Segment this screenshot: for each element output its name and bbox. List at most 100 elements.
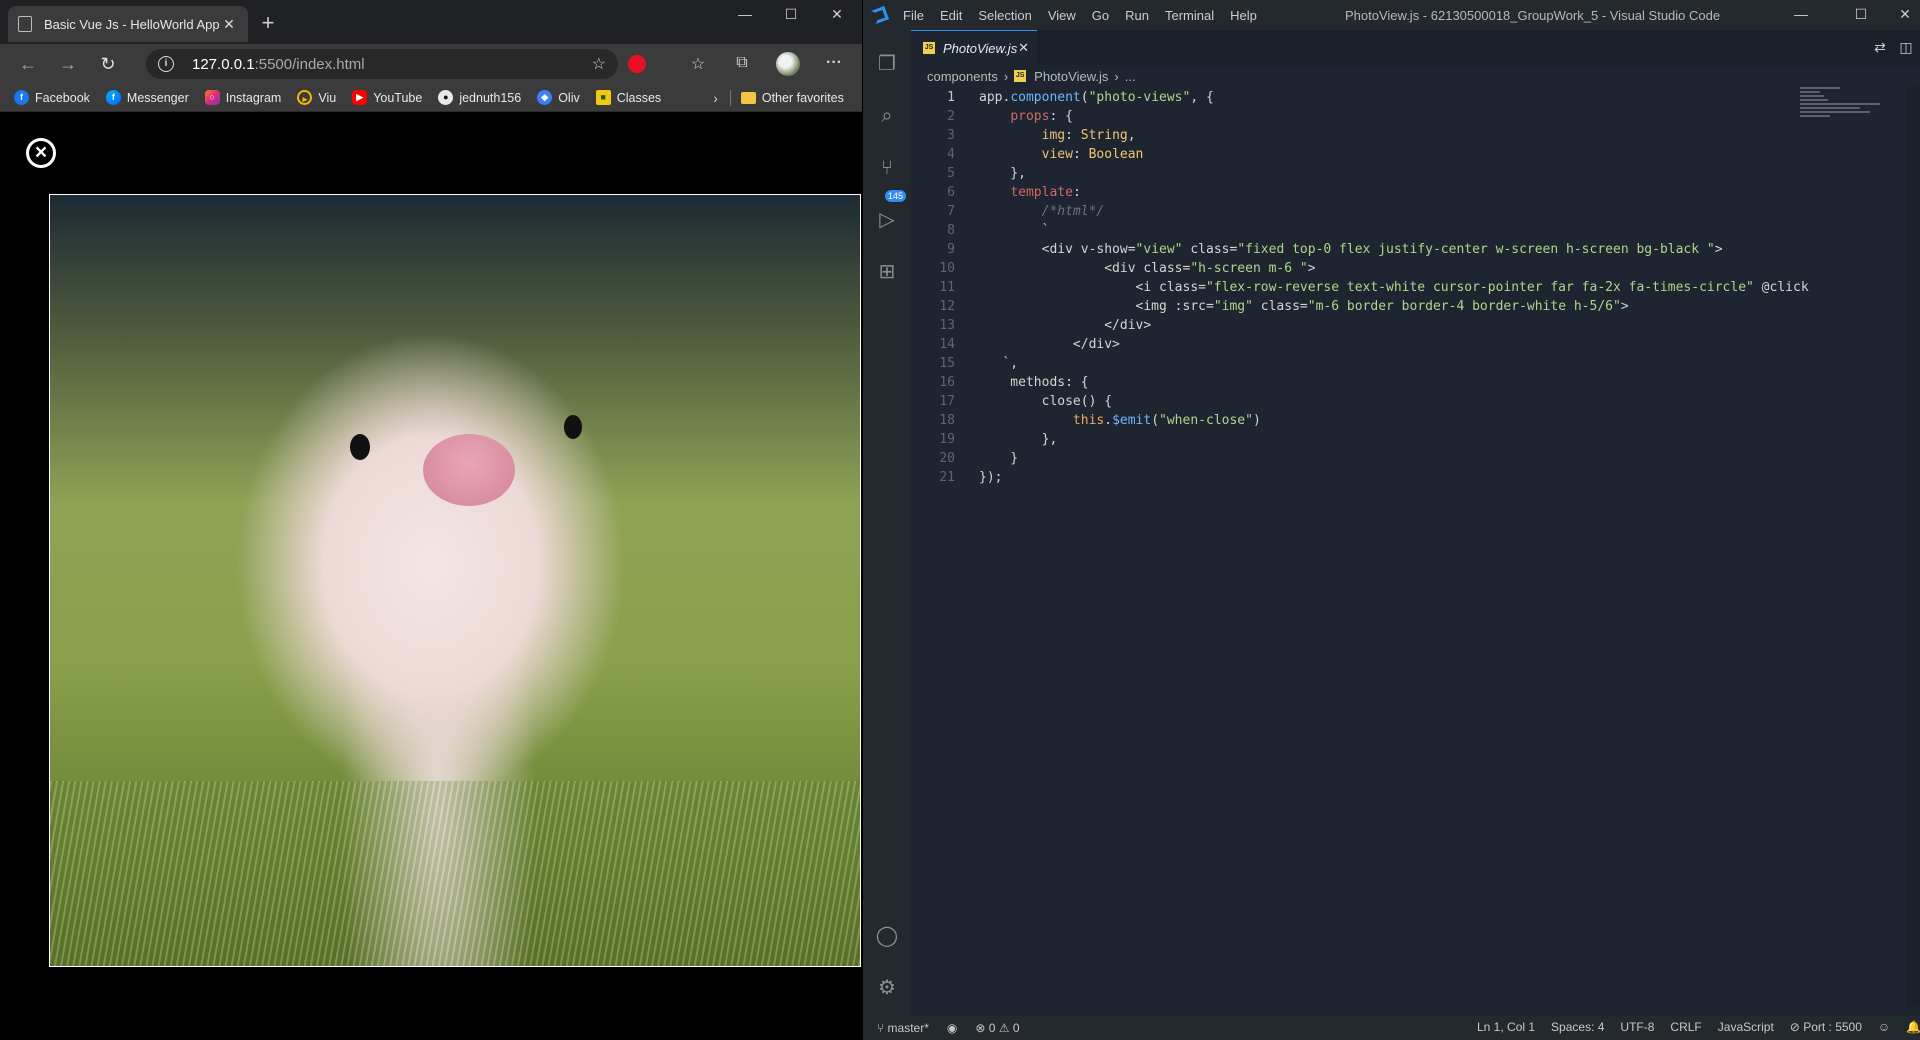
bookmark-youtube[interactable]: ▶ YouTube <box>352 90 422 105</box>
code-line[interactable]: <img :src="img" class="m-6 border border… <box>979 299 1629 314</box>
encoding[interactable]: UTF-8 <box>1620 1020 1654 1034</box>
eye-icon[interactable]: ◉ <box>947 1021 957 1035</box>
explorer-icon[interactable]: ❐ <box>875 52 899 76</box>
minimize-icon[interactable]: — <box>730 6 760 22</box>
code-line[interactable]: <div v-show="view" class="fixed top-0 fl… <box>979 242 1723 257</box>
bookmark-messenger[interactable]: f Messenger <box>105 90 189 105</box>
code-editor[interactable]: 1 app.component("photo-views", {2 props: … <box>911 87 1841 1007</box>
code-line[interactable]: } <box>979 451 1018 466</box>
classes-icon: ■ <box>595 90 611 105</box>
problems-count: 0 ⚠ 0 <box>988 1021 1020 1035</box>
account-icon[interactable]: ◯ <box>875 924 899 948</box>
menu-view[interactable]: View <box>1048 8 1076 23</box>
bookmark-label: jednuth156 <box>459 90 522 105</box>
gear-icon[interactable]: ⚙ <box>875 976 899 1000</box>
close-icon[interactable]: ✕ <box>1018 40 1029 56</box>
menu-go[interactable]: Go <box>1092 8 1109 23</box>
menu-run[interactable]: Run <box>1125 8 1149 23</box>
live-server-port[interactable]: ⊘ Port : 5500 <box>1790 1020 1862 1034</box>
code-line[interactable]: this.$emit("when-close") <box>979 413 1261 428</box>
line-ending[interactable]: CRLF <box>1670 1020 1701 1034</box>
extension-icon[interactable] <box>628 55 646 73</box>
code-line[interactable]: </div> <box>979 337 1120 352</box>
info-icon[interactable]: i <box>158 56 174 72</box>
chevron-right-icon[interactable]: › <box>713 90 718 106</box>
cursor-position[interactable]: Ln 1, Col 1 <box>1477 1020 1535 1034</box>
code-line[interactable]: props: { <box>979 109 1073 124</box>
page-viewport: × <box>0 112 862 1040</box>
profile-avatar[interactable] <box>776 52 800 76</box>
browser-tab[interactable]: Basic Vue Js - HelloWorld App ✕ <box>8 6 248 42</box>
line-number: 16 <box>939 375 955 390</box>
compare-changes-icon[interactable]: ⇄ <box>1869 39 1891 56</box>
code-line[interactable]: }, <box>979 166 1026 181</box>
code-line[interactable]: methods: { <box>979 375 1088 390</box>
code-line[interactable]: </div> <box>979 318 1151 333</box>
code-line[interactable]: app.component("photo-views", { <box>979 90 1214 105</box>
menu-edit[interactable]: Edit <box>940 8 962 23</box>
bell-icon[interactable]: 🔔 <box>1906 1020 1920 1034</box>
close-window-icon[interactable]: ✕ <box>1890 6 1920 23</box>
code-line[interactable]: }); <box>979 470 1002 485</box>
forward-icon[interactable]: → <box>48 54 88 75</box>
search-icon[interactable]: ⌕ <box>875 104 899 128</box>
bookmark-viu[interactable]: ▸ Viu <box>297 90 336 105</box>
split-editor-icon[interactable]: ◫ <box>1895 39 1917 56</box>
more-icon[interactable]: ··· <box>822 54 846 72</box>
new-tab-icon[interactable]: + <box>256 12 280 34</box>
branch-indicator[interactable]: ⑂ master* <box>877 1021 929 1035</box>
line-number: 9 <box>947 242 955 257</box>
minimize-icon[interactable]: — <box>1786 6 1816 22</box>
menu-terminal[interactable]: Terminal <box>1165 8 1214 23</box>
code-line[interactable]: `, <box>979 356 1018 371</box>
code-line[interactable]: template: <box>979 185 1080 200</box>
line-number: 7 <box>947 204 955 219</box>
code-line[interactable]: <div class="h-screen m-6 "> <box>979 261 1315 276</box>
bookmark-github[interactable]: ● jednuth156 <box>438 90 521 105</box>
close-window-icon[interactable]: ✕ <box>822 6 852 23</box>
bookmark-other-favorites[interactable]: Other favorites <box>740 91 844 105</box>
tab-photoview-js[interactable]: JS PhotoView.js ✕ <box>911 30 1037 65</box>
run-debug-icon[interactable]: ▷ <box>875 208 899 232</box>
code-line[interactable]: /*html*/ <box>979 204 1105 219</box>
address-bar[interactable]: i 127.0.0.1:5500/index.html ☆ <box>146 49 618 79</box>
menu-selection[interactable]: Selection <box>978 8 1031 23</box>
problems-indicator[interactable]: ⊗ 0 ⚠ 0 <box>975 1021 1019 1035</box>
collections-icon[interactable]: ⧉ <box>730 54 754 72</box>
code-line[interactable]: img: String, <box>979 128 1136 143</box>
code-line[interactable]: view: Boolean <box>979 147 1144 162</box>
grass <box>50 780 860 966</box>
breadcrumb-item[interactable]: PhotoView.js <box>1034 69 1108 84</box>
refresh-icon[interactable]: ↻ <box>88 54 128 75</box>
menu-help[interactable]: Help <box>1230 8 1257 23</box>
language-mode[interactable]: JavaScript <box>1718 1020 1774 1034</box>
extensions-icon[interactable]: ⊞ <box>875 260 899 284</box>
bookmark-label: Messenger <box>126 90 189 105</box>
menu-file[interactable]: File <box>903 8 924 23</box>
add-favorite-icon[interactable]: ☆ <box>592 54 606 74</box>
back-icon[interactable]: ← <box>8 54 48 75</box>
bookmark-instagram[interactable]: ○ Instagram <box>204 90 281 105</box>
window-title: PhotoView.js - 62130500018_GroupWork_5 -… <box>1345 8 1721 23</box>
indentation[interactable]: Spaces: 4 <box>1551 1020 1604 1034</box>
code-line[interactable]: }, <box>979 432 1058 447</box>
source-control-icon[interactable]: ⑂ <box>875 156 899 180</box>
breadcrumb-item[interactable]: ... <box>1125 69 1136 84</box>
favorites-icon[interactable]: ☆ <box>686 54 710 74</box>
github-icon: ● <box>438 90 454 105</box>
code-line[interactable]: ` <box>979 223 1050 238</box>
breadcrumb-item[interactable]: components <box>927 69 998 84</box>
feedback-icon[interactable]: ☺ <box>1878 1020 1890 1034</box>
pig-snout <box>422 434 515 506</box>
bookmark-facebook[interactable]: f Facebook <box>14 90 90 105</box>
code-line[interactable]: <i class="flex-row-reverse text-white cu… <box>979 280 1809 295</box>
maximize-icon[interactable]: ☐ <box>776 6 806 23</box>
close-icon[interactable]: ✕ <box>220 16 238 33</box>
times-circle-icon[interactable]: × <box>26 138 56 168</box>
maximize-icon[interactable]: ☐ <box>1846 6 1876 23</box>
minimap[interactable] <box>1800 87 1896 127</box>
bookmark-oliv[interactable]: ◆ Oliv <box>537 90 580 105</box>
vertical-scrollbar[interactable] <box>1906 87 1920 1007</box>
bookmark-classes[interactable]: ■ Classes <box>595 90 661 105</box>
code-line[interactable]: close() { <box>979 394 1112 409</box>
